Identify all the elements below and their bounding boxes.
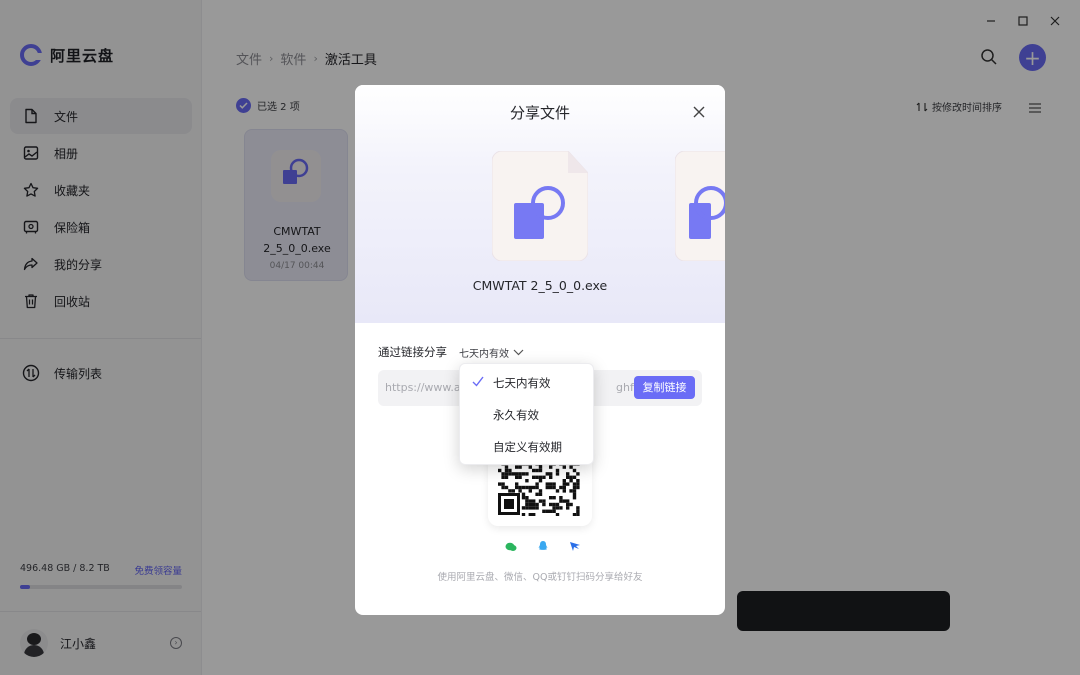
validity-dropdown-menu: 七天内有效 永久有效 自定义有效期: [459, 363, 594, 465]
dialog-title: 分享文件: [509, 104, 570, 122]
scan-hint-text: 使用阿里云盘、微信、QQ或钉钉扫码分享给好友: [437, 572, 643, 583]
dropdown-option-label: 七天内有效: [493, 376, 551, 390]
dropdown-option-custom[interactable]: 自定义有效期: [460, 431, 595, 463]
dialog-header: 分享文件 CMWTAT 2_5_0_0.exe: [355, 85, 725, 323]
close-icon: [693, 106, 705, 118]
share-file-dialog: 分享文件 CMWTAT 2_5_0_0.exe 通过链接分享 七天内有效 htt…: [355, 85, 725, 615]
exe-file-icon-secondary[interactable]: [674, 150, 725, 262]
copy-link-button[interactable]: 复制链接: [634, 376, 695, 399]
chevron-down-icon: [513, 349, 524, 356]
dingtalk-icon[interactable]: [569, 537, 581, 556]
wechat-icon[interactable]: [505, 537, 517, 556]
validity-select[interactable]: 七天内有效: [459, 345, 524, 360]
checkmark-icon: [472, 376, 484, 390]
share-link-text: https://www.al: [385, 381, 464, 394]
qq-icon[interactable]: [537, 537, 549, 556]
dropdown-option-permanent[interactable]: 永久有效: [460, 399, 595, 431]
share-app-icons: [505, 537, 581, 556]
exe-file-icon: [491, 150, 589, 262]
close-dialog-button[interactable]: [692, 104, 708, 120]
qr-code-image: [498, 462, 582, 516]
share-via-link-label: 通过链接分享: [378, 345, 447, 359]
validity-selected-value: 七天内有效: [459, 349, 509, 360]
dropdown-option-label: 自定义有效期: [493, 440, 562, 454]
shared-file-name: CMWTAT 2_5_0_0.exe: [472, 278, 608, 293]
dropdown-option-label: 永久有效: [493, 408, 539, 422]
dropdown-option-seven-days[interactable]: 七天内有效: [460, 367, 595, 399]
